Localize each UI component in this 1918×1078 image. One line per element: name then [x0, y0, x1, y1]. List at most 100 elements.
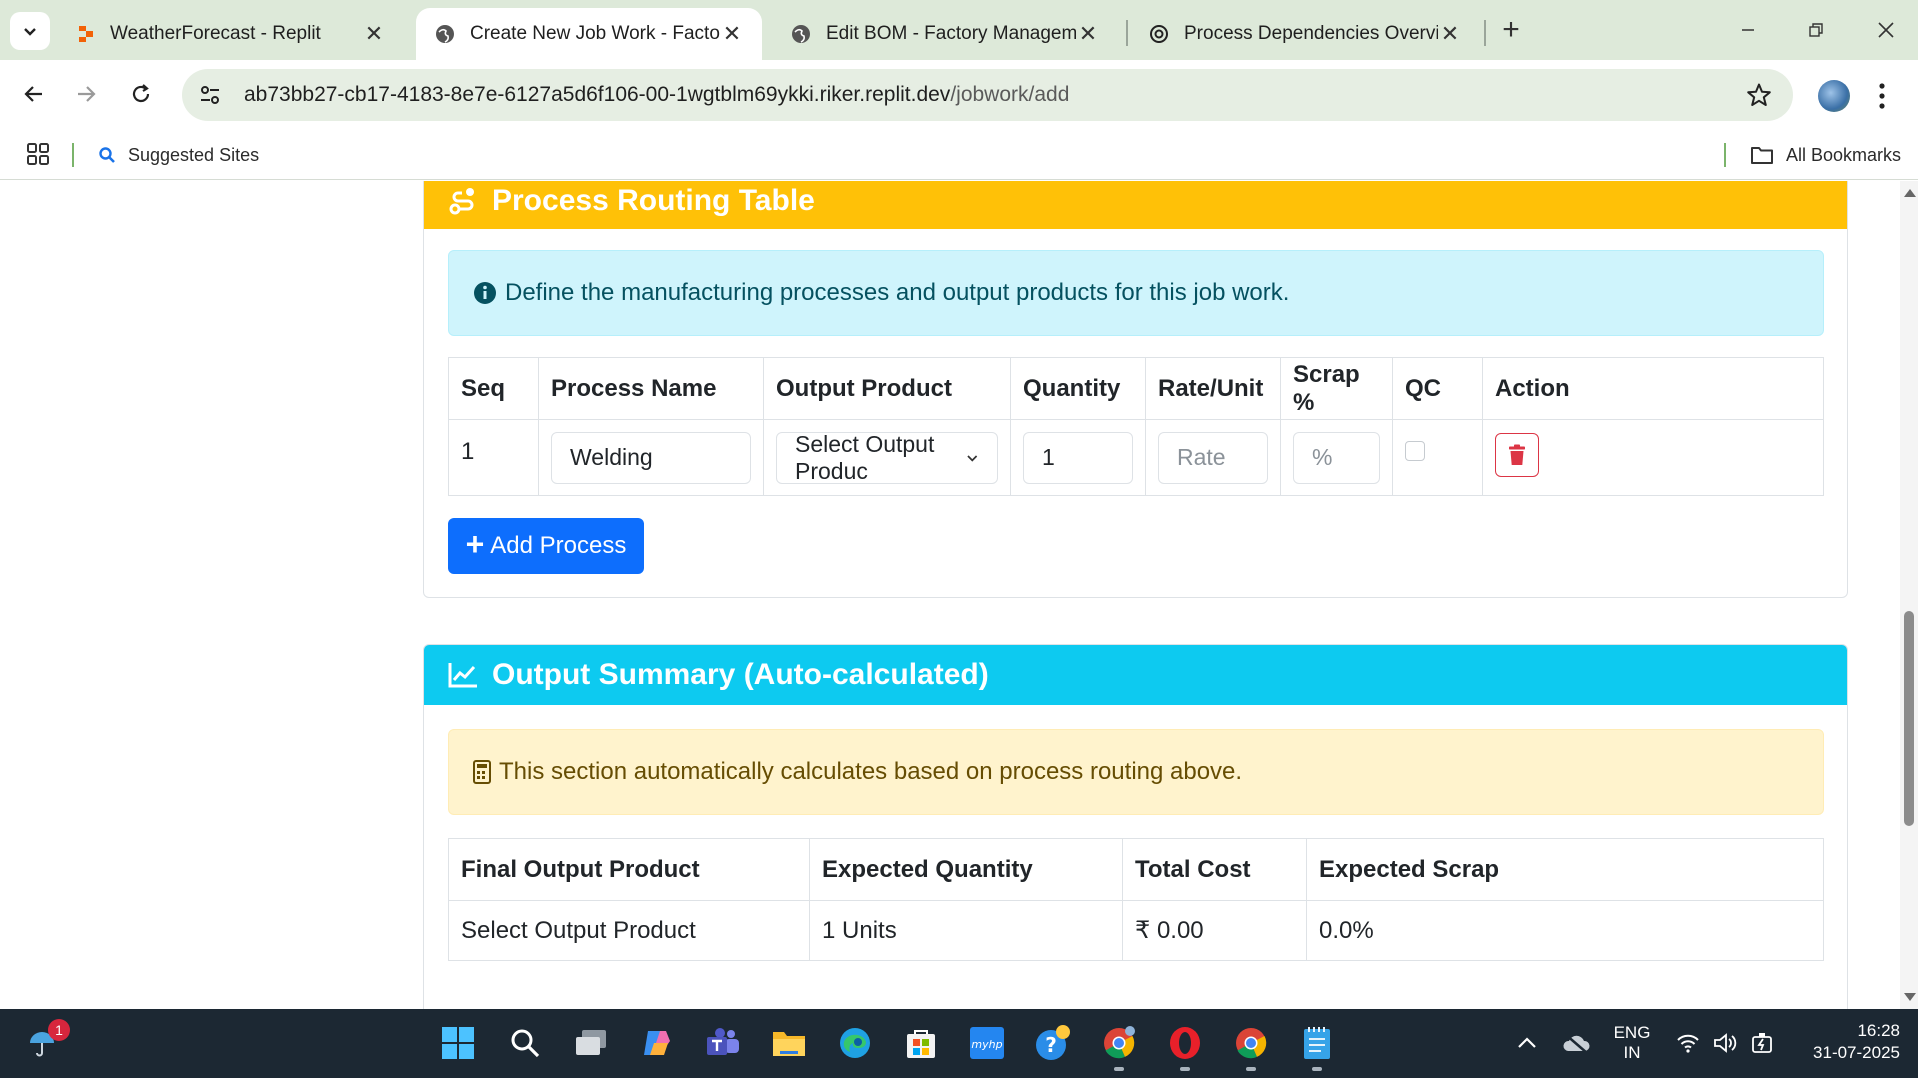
task-view-button[interactable]: [571, 1023, 611, 1063]
windows-taskbar: 1 myhp ? ENG IN 16:28 31-07-2025: [0, 1009, 1918, 1078]
table-header-row: Final Output Product Expected Quantity T…: [448, 838, 1824, 901]
add-process-button[interactable]: + Add Process: [448, 518, 644, 574]
windows-logo-icon: [442, 1027, 474, 1059]
action-cell: [1482, 419, 1824, 496]
scrap-cell: %: [1280, 419, 1393, 496]
qc-cell: [1392, 419, 1483, 496]
start-button[interactable]: [438, 1023, 478, 1063]
scrollbar-thumb[interactable]: [1904, 611, 1914, 826]
qc-checkbox[interactable]: [1405, 440, 1425, 461]
teams-button[interactable]: [703, 1023, 743, 1063]
clock[interactable]: 16:28 31-07-2025: [1790, 1021, 1900, 1063]
myhp-icon: myhp: [970, 1027, 1004, 1059]
edge-icon: [840, 1028, 870, 1058]
chatgpt-icon: [1150, 25, 1168, 43]
forward-button[interactable]: [66, 74, 106, 114]
column-header: Quantity: [1010, 357, 1146, 420]
scroll-down-arrow[interactable]: [1904, 993, 1916, 1001]
trash-icon: [1509, 444, 1525, 465]
volume-status[interactable]: [1706, 1023, 1746, 1063]
calculator-icon: [473, 760, 491, 784]
opera-icon: [1170, 1027, 1200, 1059]
close-icon[interactable]: ✕: [1076, 21, 1100, 46]
final-output-product-cell: Select Output Product: [448, 900, 810, 961]
arrow-left-icon: [24, 86, 42, 102]
battery-charging-icon: [1752, 1033, 1772, 1053]
output-product-select[interactable]: Select Output Produc: [776, 430, 998, 484]
browser-toolbar: ab73bb27-cb17-4183-8e7e-6127a5d6f106-00-…: [0, 60, 1918, 130]
tab-process-dependencies[interactable]: Process Dependencies Overview ✕: [1130, 8, 1480, 60]
help-button[interactable]: ?: [1033, 1023, 1073, 1063]
bookmark-star-button[interactable]: [1743, 79, 1775, 111]
seq-cell: 1: [448, 419, 539, 496]
opera-button[interactable]: [1165, 1023, 1205, 1063]
show-hidden-icons-button[interactable]: [1507, 1023, 1547, 1063]
clock-date: 31-07-2025: [1813, 1043, 1900, 1062]
rate-input[interactable]: Rate: [1158, 431, 1268, 484]
close-icon[interactable]: ✕: [362, 21, 386, 46]
bookmark-suggested-sites[interactable]: Suggested Sites: [98, 140, 259, 170]
tab-search-button[interactable]: [10, 12, 50, 50]
scroll-up-arrow[interactable]: [1904, 189, 1916, 197]
table-row: 1 Welding Select Output Produc 1 Rate %: [448, 419, 1824, 496]
close-icon[interactable]: ✕: [720, 21, 744, 46]
process-name-input[interactable]: Welding: [551, 431, 751, 484]
file-explorer-button[interactable]: [769, 1023, 809, 1063]
close-window-button[interactable]: [1866, 14, 1906, 46]
speaker-icon: [1714, 1033, 1737, 1053]
card-title: Process Routing Table: [492, 183, 815, 217]
back-button[interactable]: [14, 74, 54, 114]
search-icon: [98, 146, 116, 164]
profile-avatar[interactable]: [1818, 80, 1850, 112]
wifi-status[interactable]: [1668, 1023, 1708, 1063]
table-header-row: Seq Process Name Output Product Quantity…: [448, 357, 1824, 420]
minimize-button[interactable]: [1728, 14, 1768, 46]
folder-icon: [773, 1032, 805, 1056]
output-summary-table: Final Output Product Expected Quantity T…: [448, 838, 1824, 961]
battery-status[interactable]: [1742, 1023, 1782, 1063]
svg-text:myhp: myhp: [971, 1038, 1002, 1051]
page-content: Process Routing Table Define the manufac…: [0, 181, 1900, 1009]
reload-button[interactable]: [121, 74, 161, 114]
delete-row-button[interactable]: [1495, 432, 1539, 477]
bookmark-label: All Bookmarks: [1786, 144, 1902, 165]
scrap-input[interactable]: %: [1293, 431, 1380, 484]
all-bookmarks-button[interactable]: All Bookmarks: [1750, 140, 1901, 170]
language-indicator[interactable]: ENG IN: [1612, 1023, 1652, 1063]
new-tab-button[interactable]: +: [1495, 13, 1527, 46]
tab-create-job-work[interactable]: Create New Job Work - Factory ✕: [416, 8, 762, 60]
close-icon[interactable]: ✕: [1438, 21, 1462, 46]
tab-edit-bom[interactable]: Edit BOM - Factory Managemer ✕: [772, 8, 1118, 60]
copilot-button[interactable]: [637, 1023, 677, 1063]
alert-text: This section automatically calculates ba…: [499, 758, 1243, 785]
onedrive-button[interactable]: [1556, 1023, 1596, 1063]
close-icon: [1878, 22, 1894, 38]
tab-title: Edit BOM - Factory Managemer: [826, 23, 1076, 44]
url-host: ab73bb27-cb17-4183-8e7e-6127a5d6f106-00-…: [244, 83, 951, 106]
output-summary-header: Output Summary (Auto-calculated): [424, 645, 1847, 705]
page-scrollbar[interactable]: [1900, 181, 1918, 1009]
restore-button[interactable]: [1796, 14, 1836, 46]
url-path: /jobwork/add: [950, 83, 1070, 106]
browser-menu-button[interactable]: [1872, 78, 1892, 114]
tab-weatherforecast[interactable]: WeatherForecast - Replit ✕: [58, 8, 404, 60]
notepad-button[interactable]: [1297, 1023, 1337, 1063]
chrome-profile-1-button[interactable]: [1099, 1023, 1139, 1063]
minimize-icon: [1742, 29, 1754, 31]
column-header: Expected Scrap: [1306, 838, 1824, 901]
address-bar[interactable]: ab73bb27-cb17-4183-8e7e-6127a5d6f106-00-…: [182, 69, 1793, 121]
site-info-button[interactable]: [190, 75, 230, 115]
myhp-button[interactable]: myhp: [967, 1023, 1007, 1063]
store-button[interactable]: [901, 1023, 941, 1063]
star-icon: [1747, 83, 1771, 106]
wifi-icon: [1677, 1034, 1699, 1053]
select-value: Select Output Produc: [795, 430, 935, 484]
edge-button[interactable]: [835, 1023, 875, 1063]
plus-icon: +: [465, 526, 485, 562]
taskbar-search-button[interactable]: [505, 1023, 545, 1063]
quantity-input[interactable]: 1: [1023, 431, 1133, 484]
running-indicator: [1246, 1067, 1256, 1071]
chrome-profile-2-button[interactable]: [1231, 1023, 1271, 1063]
column-header: Final Output Product: [448, 838, 810, 901]
apps-grid-icon[interactable]: [26, 142, 50, 166]
